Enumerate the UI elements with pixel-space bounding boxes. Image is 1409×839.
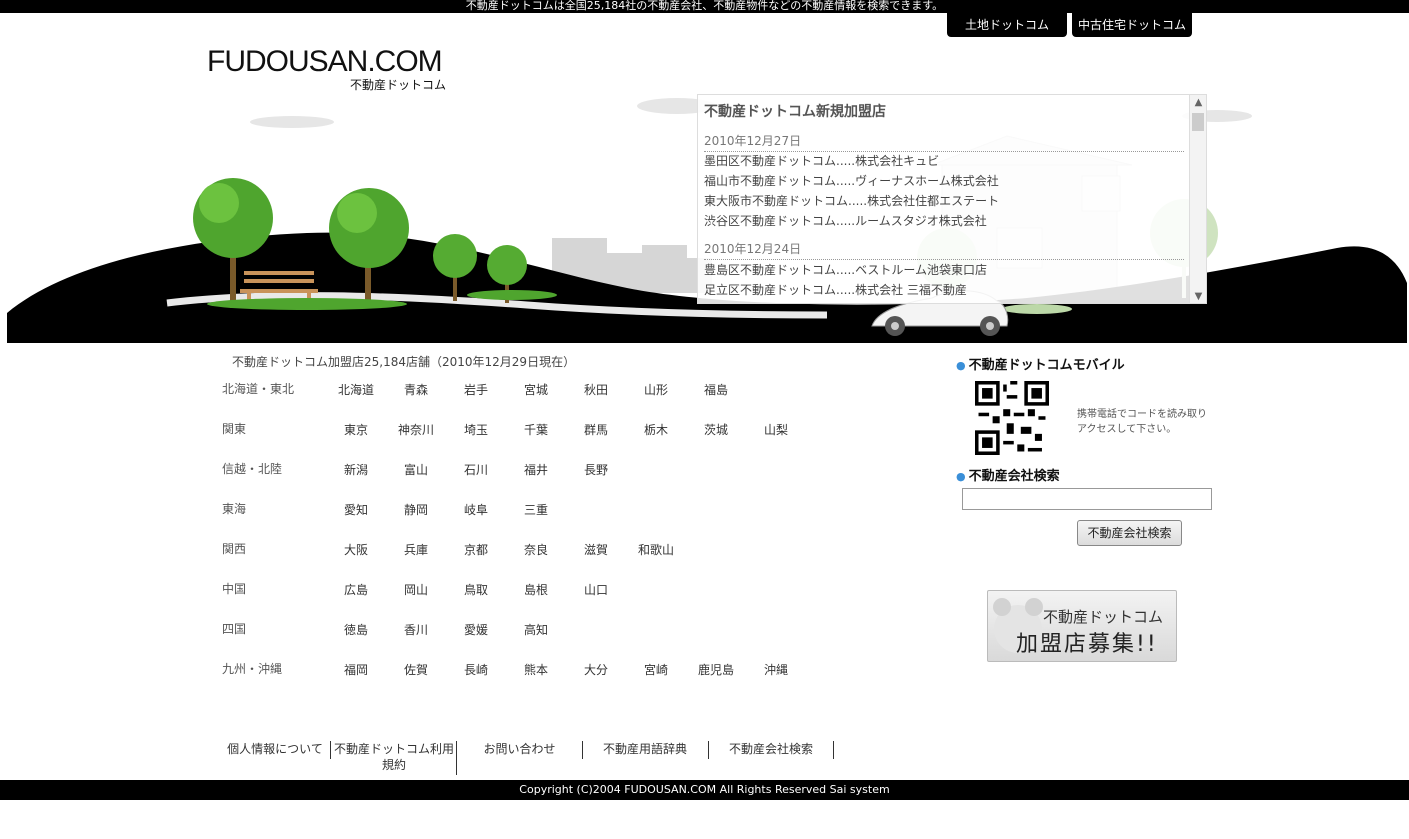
prefecture-link[interactable]: 山梨 [746,421,806,438]
news-item[interactable]: 足立区不動産ドットコム.....株式会社 三福不動産 [704,281,967,298]
prefecture-link[interactable]: 石川 [446,461,506,478]
region-label: 信越・北陸 [222,462,283,476]
prefecture-link[interactable]: 宮城 [506,381,566,398]
prefecture-link[interactable]: 福島 [686,381,746,398]
prefecture-link[interactable]: 大分 [566,661,626,678]
site-logo[interactable]: FUDOUSAN.COM 不動産ドットコム [207,44,452,94]
prefecture-link[interactable]: 山口 [566,581,626,598]
prefecture-link[interactable]: 長野 [566,461,626,478]
news-item[interactable]: 東大阪市不動産ドットコム.....株式会社住都エステート [704,192,999,209]
prefecture-link[interactable]: 高知 [506,621,566,638]
prefecture-link[interactable]: 福井 [506,461,566,478]
prefecture-link[interactable]: 山形 [626,381,686,398]
prefecture-link[interactable]: 千葉 [506,421,566,438]
prefecture-link[interactable]: 北海道 [326,381,386,398]
prefecture-link[interactable]: 埼玉 [446,421,506,438]
copyright: Copyright (C)2004 FUDOUSAN.COM All Right… [0,780,1409,800]
bullet-icon: ● [956,470,966,483]
prefecture-link[interactable]: 鹿児島 [686,661,746,678]
news-date: 2010年12月27日 [704,132,1184,152]
region-label: 九州・沖縄 [222,662,283,676]
region-label: 北海道・東北 [222,382,295,396]
scrollbar-thumb[interactable] [1192,113,1204,131]
prefecture-link[interactable]: 愛媛 [446,621,506,638]
mobile-note-line: 携帯電話でコードを読み取り [1077,409,1207,420]
logo-wordmark: FUDOUSAN.COM [207,45,443,78]
prefecture-link[interactable]: 岐阜 [446,501,506,518]
mobile-heading: ● 不動産ドットコムモバイル [956,354,1125,373]
top-banner: 不動産ドットコムは全国25,184社の不動産会社、不動産物件などの不動産情報を検… [0,0,1409,13]
prefecture-link[interactable]: 富山 [386,461,446,478]
prefecture-link[interactable]: 三重 [506,501,566,518]
prefecture-link[interactable]: 宮崎 [626,661,686,678]
prefecture-link[interactable]: 和歌山 [626,541,686,558]
prefecture-link[interactable]: 茨城 [686,421,746,438]
prefecture-link[interactable]: 香川 [386,621,446,638]
company-search-button[interactable]: 不動産会社検索 [1077,520,1182,546]
news-date: 2010年12月24日 [704,240,1184,260]
prefecture-link[interactable]: 沖縄 [746,661,806,678]
region-label: 東海 [222,502,247,516]
banner-line1: 不動産ドットコム [1043,608,1164,626]
prefecture-link[interactable]: 長崎 [446,661,506,678]
prefecture-link[interactable]: 広島 [326,581,386,598]
news-item[interactable]: 豊島区不動産ドットコム.....ベストルーム池袋東口店 [704,261,987,278]
news-item[interactable]: 福山市不動産ドットコム.....ヴィーナスホーム株式会社 [704,172,999,189]
prefecture-link[interactable]: 兵庫 [386,541,446,558]
prefecture-link[interactable]: 群馬 [566,421,626,438]
company-search-heading: ● 不動産会社検索 [956,465,1060,484]
news-item[interactable]: 渋谷区不動産ドットコム.....ルームスタジオ株式会社 [704,212,987,229]
news-title: 不動産ドットコム新規加盟店 [704,104,886,120]
prefecture-link[interactable]: 青森 [386,381,446,398]
chevron-up-icon[interactable]: ▲ [1190,95,1206,111]
news-scrollbar[interactable]: ▲ ▼ [1189,95,1206,303]
prefecture-link[interactable]: 愛知 [326,501,386,518]
company-search-heading-text: 不動産会社検索 [968,469,1060,484]
prefecture-link[interactable]: 奈良 [506,541,566,558]
prefecture-link[interactable]: 島根 [506,581,566,598]
prefecture-link[interactable]: 徳島 [326,621,386,638]
bullet-icon: ● [956,359,966,372]
region-label: 四国 [222,622,247,636]
prefecture-link[interactable]: 神奈川 [386,421,446,438]
member-recruit-banner[interactable]: 不動産ドットコム 加盟店募集!! [987,590,1177,662]
footer-link-contact[interactable]: お問い合わせ [457,741,582,757]
footer-separator [833,741,834,759]
mobile-note-line: アクセスして下さい。 [1077,424,1177,435]
prefecture-link[interactable]: 鳥取 [446,581,506,598]
prefecture-link[interactable]: 京都 [446,541,506,558]
member-count: 不動産ドットコム加盟店25,184店舗（2010年12月29日現在） [232,355,576,369]
region-label: 関東 [222,422,247,436]
footer-link-privacy[interactable]: 個人情報について [219,741,331,757]
prefecture-link[interactable]: 熊本 [506,661,566,678]
logo-subtitle: 不動産ドットコム [349,78,446,92]
footer-link-glossary[interactable]: 不動産用語辞典 [583,741,707,757]
prefecture-link[interactable]: 秋田 [566,381,626,398]
prefecture-link[interactable]: 佐賀 [386,661,446,678]
prefecture-link[interactable]: 福岡 [326,661,386,678]
prefecture-link[interactable]: 大阪 [326,541,386,558]
prefecture-link[interactable]: 滋賀 [566,541,626,558]
prefecture-link[interactable]: 新潟 [326,461,386,478]
region-label: 関西 [222,542,247,556]
footer-link-terms[interactable]: 不動産ドットコム利用規約 [331,741,457,773]
prefecture-link[interactable]: 栃木 [626,421,686,438]
footer-link-company-search[interactable]: 不動産会社検索 [709,741,833,757]
news-item[interactable]: 墨田区不動産ドットコム.....株式会社キュビ [704,152,939,169]
qr-code-icon [975,381,1049,455]
new-members-panel[interactable]: 不動産ドットコム新規加盟店 2010年12月27日 墨田区不動産ドットコム...… [697,94,1207,304]
prefecture-link[interactable]: 岩手 [446,381,506,398]
prefecture-link[interactable]: 静岡 [386,501,446,518]
chevron-down-icon[interactable]: ▼ [1190,289,1206,303]
prefecture-link[interactable]: 岡山 [386,581,446,598]
company-search-input[interactable] [962,488,1212,510]
banner-line2: 加盟店募集!! [1016,632,1158,657]
region-label: 中国 [222,582,247,596]
mobile-heading-text: 不動産ドットコムモバイル [968,358,1125,373]
mobile-note: 携帯電話でコードを読み取り アクセスして下さい。 [1077,407,1207,437]
prefecture-link[interactable]: 東京 [326,421,386,438]
